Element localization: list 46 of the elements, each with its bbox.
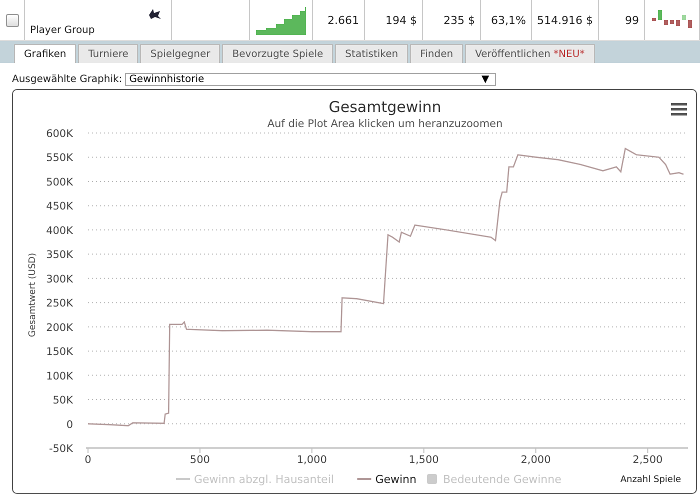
tab[interactable]: Spielgegner <box>140 44 220 63</box>
y-tick-label: 0 <box>66 418 73 431</box>
stat-value: 63,1% <box>491 14 526 26</box>
tab[interactable]: Grafiken <box>14 44 76 63</box>
y-tick-label: 200K <box>46 322 73 334</box>
y-axis-title: Gesamtwert (USD) <box>28 252 38 338</box>
x-tick-label: 2,500 <box>632 454 663 466</box>
x-tick-label: 500 <box>190 454 210 466</box>
x-tick-label: 0 <box>84 454 92 466</box>
y-tick-label: 250K <box>46 298 73 310</box>
sparkline-drawing <box>256 5 306 35</box>
y-tick-label: -50K <box>48 443 73 455</box>
shark-icon <box>148 8 162 20</box>
tab[interactable]: Turniere <box>78 44 138 63</box>
y-tick-label: 550K <box>46 152 73 164</box>
y-tick-label: 150K <box>46 346 73 358</box>
stat-value: 2.661 <box>328 14 359 26</box>
y-tick-label: 400K <box>46 224 73 237</box>
legend-label: Gewinn <box>375 473 417 486</box>
y-tick-label: 300K <box>46 273 73 286</box>
checkbox[interactable] <box>6 14 18 26</box>
y-tick-label: 100K <box>46 370 73 382</box>
player-name: Player Group <box>30 25 95 36</box>
stat-value: 99 <box>625 14 639 26</box>
chart-title: Gesamtgewinn <box>328 98 442 116</box>
chart-subtitle: Auf die Plot Area klicken um heranzuzoomen <box>267 118 503 130</box>
x-tick-label: 1,500 <box>408 454 439 466</box>
stat-value: 514.916 $ <box>537 14 593 26</box>
menu-icon[interactable] <box>671 103 687 116</box>
graph-select[interactable]: Gewinnhistorie ▼ <box>125 73 496 86</box>
y-tick-label: 50K <box>52 394 73 407</box>
legend-item[interactable]: Gewinn <box>357 473 416 486</box>
y-tick-label: 450K <box>46 200 73 213</box>
y-tick-label: 600K <box>46 128 73 140</box>
stat-value: 235 $ <box>444 14 475 26</box>
stat-value: 194 $ <box>386 14 417 26</box>
tab[interactable]: Bevorzugte Spiele <box>222 44 334 63</box>
x-axis-title: Anzahl Spiele <box>620 475 681 485</box>
x-tick-label: 2,000 <box>520 454 551 466</box>
y-tick-label: 500K <box>46 176 73 188</box>
y-tick-label: 350K <box>46 249 73 262</box>
x-tick-label: 1,000 <box>296 454 327 466</box>
tab[interactable]: Veröffentlichen *NEU* <box>465 44 595 63</box>
tab[interactable]: Statistiken <box>335 44 408 63</box>
tab[interactable]: Finden <box>410 44 464 63</box>
graph-select-label: Ausgewählte Graphik: <box>12 74 122 85</box>
